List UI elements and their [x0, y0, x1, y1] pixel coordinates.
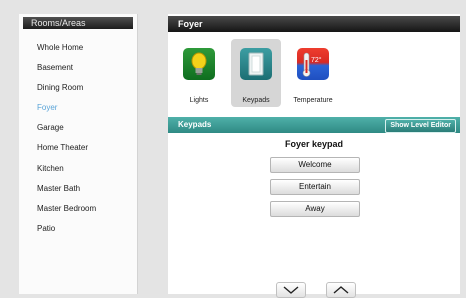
tile-keypads[interactable]: Keypads — [231, 39, 281, 107]
keypads-section-title: Keypads — [178, 120, 212, 129]
room-item-basement[interactable]: Basement — [37, 63, 73, 72]
room-item-kitchen[interactable]: Kitchen — [37, 164, 64, 173]
rooms-sidebar: Rooms/Areas Whole Home Basement Dining R… — [19, 14, 138, 294]
tile-lights[interactable]: Lights — [174, 39, 224, 107]
tile-keypads-label: Keypads — [242, 97, 270, 104]
room-item-dining-room[interactable]: Dining Room — [37, 83, 83, 92]
keypad-button-welcome[interactable]: Welcome — [270, 157, 360, 173]
room-title: Foyer — [168, 16, 460, 32]
sidebar-title: Rooms/Areas — [23, 17, 133, 29]
scroll-down-button[interactable] — [276, 282, 306, 298]
tile-temperature[interactable]: 72° Temperature — [288, 39, 338, 107]
room-item-garage[interactable]: Garage — [37, 123, 64, 132]
show-level-editor-button[interactable]: Show Level Editor — [385, 119, 456, 133]
room-item-master-bath[interactable]: Master Bath — [37, 184, 80, 193]
room-item-home-theater[interactable]: Home Theater — [37, 143, 88, 152]
tile-lights-label: Lights — [189, 97, 209, 104]
room-item-master-bedroom[interactable]: Master Bedroom — [37, 204, 96, 213]
keypads-section-header: Keypads Show Level Editor — [168, 117, 460, 133]
tile-temperature-label: Temperature — [293, 97, 333, 104]
temperature-readout: 72° — [311, 56, 322, 64]
keypad-title: Foyer keypad — [284, 139, 344, 149]
room-item-foyer[interactable]: Foyer — [37, 103, 57, 112]
room-item-whole-home[interactable]: Whole Home — [37, 43, 83, 52]
room-item-patio[interactable]: Patio — [37, 224, 55, 233]
lightbulb-icon — [183, 48, 215, 80]
keypad-icon — [240, 48, 272, 80]
room-panel: Foyer Lights Keypads 72° Temperature Key… — [168, 14, 460, 298]
keypad-button-away[interactable]: Away — [270, 201, 360, 217]
scroll-up-button[interactable] — [326, 282, 356, 298]
thermometer-icon: 72° — [297, 48, 329, 80]
keypad-button-entertain[interactable]: Entertain — [270, 179, 360, 195]
